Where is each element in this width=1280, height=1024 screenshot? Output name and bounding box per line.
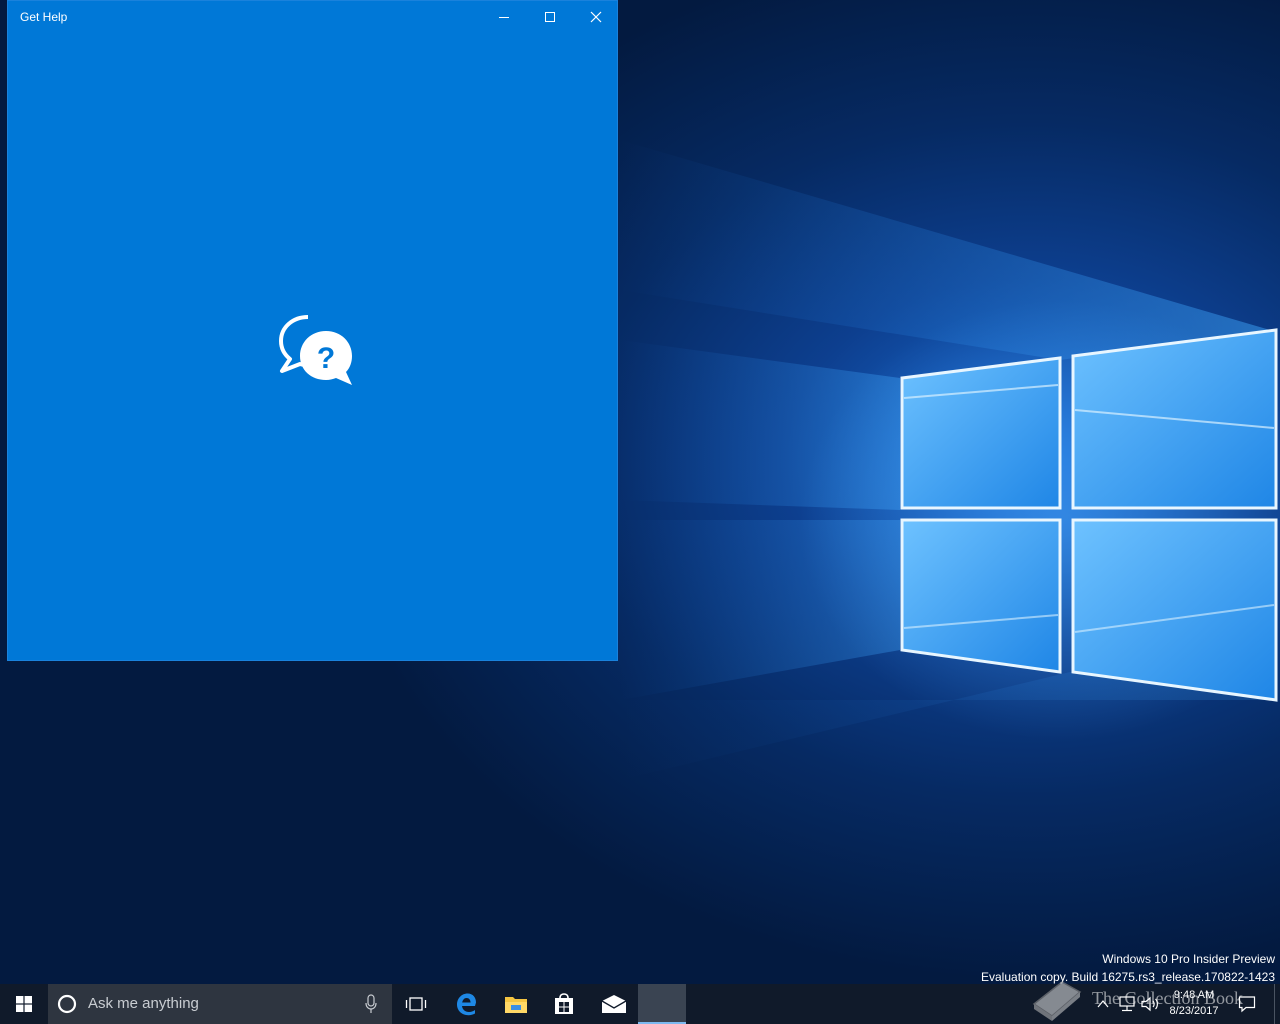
- chat-question-icon: ?: [279, 315, 352, 385]
- close-button[interactable]: [573, 1, 619, 33]
- mail-taskbar-button[interactable]: [590, 984, 638, 1024]
- edge-taskbar-button[interactable]: [442, 984, 490, 1024]
- get-help-window[interactable]: Get Help ?: [7, 0, 618, 661]
- logo-pane-top-left: [900, 356, 1062, 510]
- windows-logo-icon: [16, 996, 32, 1012]
- search-input[interactable]: Ask me anything: [88, 995, 199, 1012]
- window-titlebar[interactable]: Get Help: [8, 1, 617, 33]
- mail-icon: [601, 995, 627, 1013]
- start-button[interactable]: [0, 984, 48, 1024]
- task-view-icon: [405, 997, 427, 1011]
- site-watermark-text: The Collection Book: [1092, 988, 1243, 1008]
- microphone-icon[interactable]: [364, 994, 378, 1014]
- show-desktop-button[interactable]: [1274, 984, 1280, 1024]
- minimize-button[interactable]: [481, 1, 527, 33]
- folder-icon: [505, 997, 527, 1013]
- edge-icon: [457, 993, 476, 1016]
- minimize-icon: [499, 17, 509, 18]
- maximize-icon: [545, 12, 555, 22]
- cortana-search-box[interactable]: Ask me anything: [48, 984, 392, 1024]
- desktop: Get Help ? Windows 10 Pro Insider Previe…: [0, 0, 1280, 984]
- site-watermark: The Collection Book: [1028, 974, 1268, 1022]
- store-taskbar-button[interactable]: [540, 984, 588, 1024]
- task-view-button[interactable]: [392, 984, 440, 1024]
- maximize-button[interactable]: [527, 1, 573, 33]
- get-help-taskbar-button[interactable]: [638, 984, 686, 1024]
- window-title: Get Help: [20, 10, 68, 24]
- edition-text: Windows 10 Pro Insider Preview: [1102, 952, 1275, 966]
- svg-text:?: ?: [317, 342, 335, 375]
- book-logo-icon: [1032, 981, 1082, 1021]
- cortana-icon: [57, 994, 77, 1014]
- logo-pane-bottom-left: [900, 518, 1062, 674]
- logo-pane-bottom-right: [1071, 518, 1278, 702]
- close-icon: [590, 11, 602, 23]
- store-icon: [555, 993, 573, 1014]
- file-explorer-taskbar-button[interactable]: [492, 984, 540, 1024]
